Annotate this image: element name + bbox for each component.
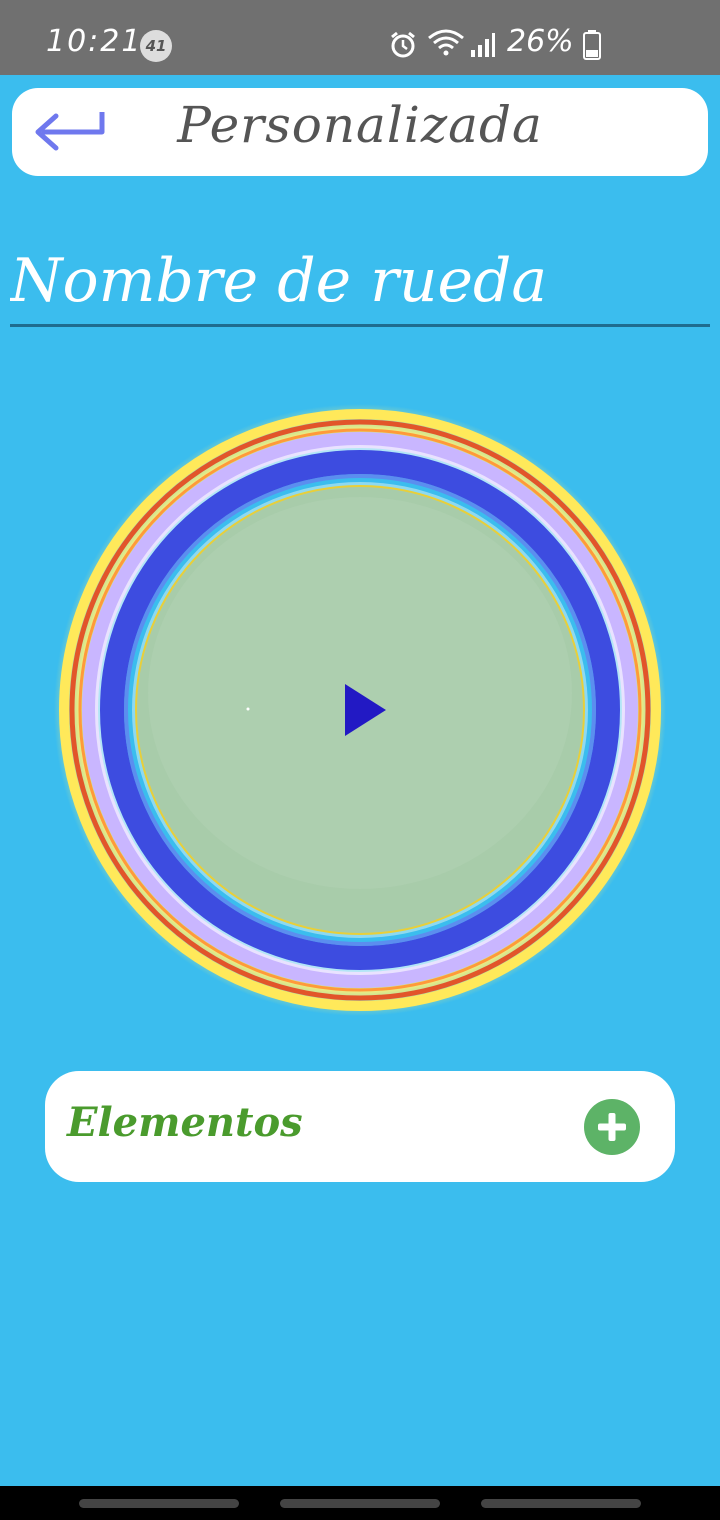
nav-home-button[interactable] [280,1499,440,1508]
wifi-icon [428,29,464,56]
elements-label: Elementos [67,1099,303,1146]
elements-card: Elementos [45,1071,675,1182]
battery-icon [583,30,601,60]
add-element-button[interactable] [583,1098,641,1156]
page-title: Personalizada [177,96,543,154]
play-icon [345,684,386,736]
system-navigation-bar [0,1486,720,1520]
status-time: 10:21 [46,24,143,59]
notification-count-badge: 41 [140,30,172,62]
nav-back-button[interactable] [481,1499,641,1508]
wheel-name-input[interactable] [10,238,710,327]
plus-circle-icon [584,1099,640,1155]
alarm-icon [391,31,415,58]
battery-percent: 26% [507,24,574,59]
play-button[interactable] [340,680,390,740]
status-bar: 10:21 41 26% [0,0,720,75]
nav-recents-button[interactable] [79,1499,239,1508]
signal-icon [471,33,495,57]
